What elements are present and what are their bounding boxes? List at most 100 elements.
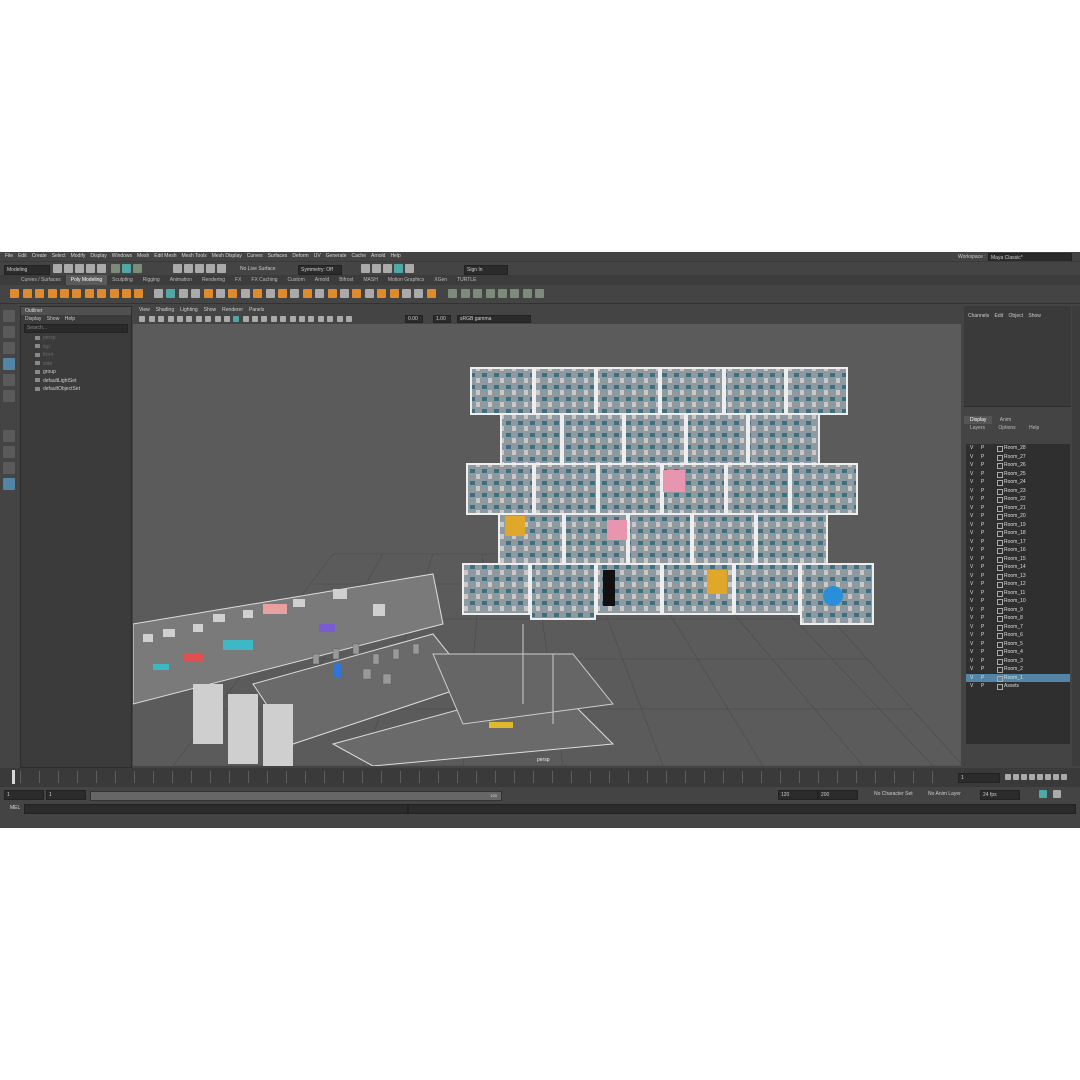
- layer-playback-toggle[interactable]: P: [981, 572, 984, 581]
- layer-playback-toggle[interactable]: P: [981, 623, 984, 632]
- layer-playback-toggle[interactable]: P: [981, 614, 984, 623]
- viewport-menu-lighting[interactable]: Lighting: [180, 306, 198, 314]
- layer-row[interactable]: V P Room_4: [966, 648, 1070, 657]
- menu-surfaces[interactable]: Surfaces: [268, 252, 288, 261]
- outliner-item[interactable]: top: [21, 343, 131, 352]
- viewport-menu-shading[interactable]: Shading: [156, 306, 174, 314]
- step-forward-icon[interactable]: [1045, 774, 1051, 780]
- svg-icon[interactable]: [134, 289, 144, 298]
- layer-color-swatch-icon[interactable]: [997, 573, 1003, 580]
- shelf-tab-bifrost[interactable]: Bifrost: [334, 275, 358, 285]
- layer-playback-toggle[interactable]: P: [981, 538, 984, 547]
- viewport-menu-panels[interactable]: Panels: [249, 306, 264, 314]
- menu-edit-mesh[interactable]: Edit Mesh: [154, 252, 176, 261]
- poly-torus-icon[interactable]: [59, 289, 69, 298]
- poly-sphere-icon[interactable]: [10, 289, 20, 298]
- poly-disc-icon[interactable]: [84, 289, 94, 298]
- edit-menu[interactable]: Edit: [995, 306, 1004, 326]
- circularize-icon[interactable]: [377, 289, 387, 298]
- menu-edit[interactable]: Edit: [18, 252, 27, 261]
- layer-playback-toggle[interactable]: P: [981, 682, 984, 691]
- layer-playback-toggle[interactable]: P: [981, 504, 984, 513]
- lasso-tool-icon[interactable]: [3, 326, 15, 338]
- connect-icon[interactable]: [290, 289, 300, 298]
- layer-playback-toggle[interactable]: P: [981, 546, 984, 555]
- bridge-icon[interactable]: [228, 289, 238, 298]
- ambient-occlusion-icon[interactable]: [289, 316, 296, 322]
- image-plane-icon[interactable]: [167, 316, 174, 322]
- field-chart-icon[interactable]: [214, 316, 221, 322]
- layer-playback-toggle[interactable]: P: [981, 648, 984, 657]
- layer-playback-toggle[interactable]: P: [981, 563, 984, 572]
- anim-layer-dropdown[interactable]: No Anim Layer: [926, 790, 978, 798]
- cylindrical-map-icon[interactable]: [485, 289, 495, 298]
- menu-cache[interactable]: Cache: [352, 252, 366, 261]
- isolate-select-icon[interactable]: [327, 316, 334, 322]
- layer-playback-toggle[interactable]: P: [981, 580, 984, 589]
- fill-hole-icon[interactable]: [253, 289, 263, 298]
- new-scene-icon[interactable]: [53, 264, 62, 273]
- layer-row[interactable]: V P Room_28: [966, 444, 1070, 453]
- layer-visibility-toggle[interactable]: V: [970, 614, 973, 623]
- menu-generate[interactable]: Generate: [326, 252, 347, 261]
- planar-map-icon[interactable]: [460, 289, 470, 298]
- motion-blur-icon[interactable]: [299, 316, 306, 322]
- go-to-start-icon[interactable]: [1005, 774, 1011, 780]
- camera-select-icon[interactable]: [139, 316, 146, 322]
- layer-row[interactable]: V P Room_1: [966, 673, 1070, 682]
- spin-icon[interactable]: [426, 289, 436, 298]
- outliner-layout-icon[interactable]: [3, 478, 15, 490]
- layer-color-swatch-icon[interactable]: [997, 531, 1003, 537]
- layer-color-swatch-icon[interactable]: [997, 607, 1003, 614]
- layer-color-swatch-icon[interactable]: [997, 667, 1003, 673]
- layer-color-swatch-icon[interactable]: [997, 624, 1003, 631]
- bookmark-icon[interactable]: [158, 316, 165, 322]
- menu-arnold[interactable]: Arnold: [371, 252, 385, 261]
- tab-display[interactable]: Display: [964, 416, 993, 424]
- flip-icon[interactable]: [414, 289, 424, 298]
- layer-row[interactable]: V P Room_26: [966, 461, 1070, 470]
- layer-color-swatch-icon[interactable]: [997, 582, 1003, 588]
- mel-input[interactable]: [24, 804, 408, 814]
- shelf-tab-motion-graphics[interactable]: Motion Graphics: [383, 275, 429, 285]
- xray-joints-icon[interactable]: [345, 316, 352, 322]
- layer-color-swatch-icon[interactable]: [997, 590, 1003, 597]
- shelf-tab-rendering[interactable]: Rendering: [197, 275, 230, 285]
- character-set-dropdown[interactable]: No Character Set: [872, 790, 924, 798]
- outliner-search-input[interactable]: Search...: [24, 324, 128, 333]
- layer-color-swatch-icon[interactable]: [997, 548, 1003, 554]
- quad-draw-icon[interactable]: [315, 289, 325, 298]
- poly-plane-icon[interactable]: [72, 289, 82, 298]
- menu-mesh-tools[interactable]: Mesh Tools: [182, 252, 207, 261]
- menu-modify[interactable]: Modify: [71, 252, 86, 261]
- layer-color-swatch-icon[interactable]: [997, 684, 1003, 690]
- platonic-solid-icon[interactable]: [97, 289, 107, 298]
- layer-color-swatch-icon[interactable]: [997, 539, 1003, 546]
- layer-playback-toggle[interactable]: P: [981, 555, 984, 564]
- shelf-tab-poly-modeling[interactable]: Poly Modeling: [65, 275, 108, 285]
- persp-outliner-layout-icon[interactable]: [3, 462, 15, 474]
- colorspace-dropdown[interactable]: sRGB gamma: [457, 315, 531, 323]
- shelf-tab-mash[interactable]: MASH: [358, 275, 382, 285]
- layer-color-swatch-icon[interactable]: [997, 522, 1003, 529]
- layer-color-swatch-icon[interactable]: [997, 471, 1003, 478]
- layer-playback-toggle[interactable]: P: [981, 597, 984, 606]
- playback-start-field[interactable]: 1: [46, 790, 86, 800]
- outliner-menu-display[interactable]: Display: [25, 315, 41, 323]
- layer-visibility-toggle[interactable]: V: [970, 682, 973, 691]
- layer-color-swatch-icon[interactable]: [997, 675, 1003, 682]
- layer-visibility-toggle[interactable]: V: [970, 640, 973, 649]
- play-back-icon[interactable]: [1029, 774, 1035, 780]
- layer-row[interactable]: V P Room_9: [966, 606, 1070, 615]
- spherical-map-icon[interactable]: [498, 289, 508, 298]
- channels-menu[interactable]: Channels: [968, 306, 989, 326]
- layer-visibility-toggle[interactable]: V: [970, 648, 973, 657]
- menu-file[interactable]: File: [5, 252, 13, 261]
- layer-row[interactable]: V P Room_3: [966, 657, 1070, 666]
- viewport-menu-renderer[interactable]: Renderer: [222, 306, 243, 314]
- mel-label[interactable]: MEL: [10, 805, 20, 811]
- combine-icon[interactable]: [154, 289, 164, 298]
- layer-row[interactable]: V P Room_24: [966, 478, 1070, 487]
- menuset-dropdown[interactable]: Modeling: [4, 265, 50, 275]
- menu-mesh[interactable]: Mesh: [137, 252, 149, 261]
